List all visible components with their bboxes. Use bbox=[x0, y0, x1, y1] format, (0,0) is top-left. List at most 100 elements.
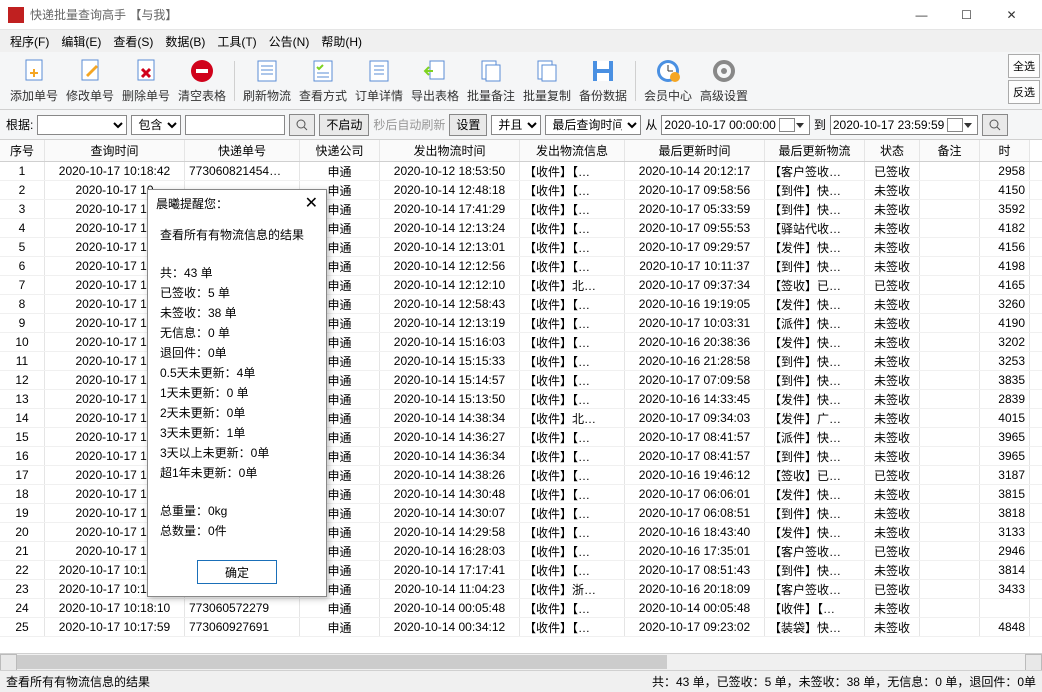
cell-idx: 9 bbox=[0, 314, 45, 332]
cell-sendtime: 2020-10-14 12:58:43 bbox=[380, 295, 520, 313]
menu-notice[interactable]: 公告(N) bbox=[263, 33, 316, 50]
cell-sendinfo: 【收件】【… bbox=[520, 485, 625, 503]
cell-sendtime: 2020-10-14 17:17:41 bbox=[380, 561, 520, 579]
cell-remark bbox=[920, 447, 980, 465]
member-center-button[interactable]: 会员中心 bbox=[640, 55, 696, 107]
cell-idx: 2 bbox=[0, 181, 45, 199]
menu-data[interactable]: 数据(B) bbox=[159, 33, 211, 50]
cell-status: 未签收 bbox=[865, 181, 920, 199]
date-from-input[interactable]: 2020-10-17 00:00:00 bbox=[661, 115, 809, 135]
search2-button[interactable] bbox=[982, 114, 1008, 136]
query-mode-button[interactable]: 查看方式 bbox=[295, 55, 351, 107]
batch-remark-button[interactable]: 批量备注 bbox=[463, 55, 519, 107]
table-row[interactable]: 252020-10-17 10:17:59773060927691申通2020-… bbox=[0, 618, 1042, 637]
col-sendinfo[interactable]: 发出物流信息 bbox=[520, 140, 625, 161]
batch-copy-icon bbox=[533, 57, 561, 85]
maximize-button[interactable]: ☐ bbox=[944, 1, 989, 29]
cell-remark bbox=[920, 162, 980, 180]
menu-tool[interactable]: 工具(T) bbox=[211, 33, 262, 50]
contain-select[interactable]: 包含 bbox=[131, 115, 181, 135]
scroll-left-icon[interactable] bbox=[0, 654, 17, 670]
col-remark[interactable]: 备注 bbox=[920, 140, 980, 161]
cell-company: 申通 bbox=[300, 162, 380, 180]
select-all-button[interactable]: 全选 bbox=[1008, 54, 1040, 78]
col-status[interactable]: 状态 bbox=[865, 140, 920, 161]
lastquerytime-select[interactable]: 最后查询时间 bbox=[545, 115, 641, 135]
clear-table-button[interactable]: 清空表格 bbox=[174, 55, 230, 107]
col-company[interactable]: 快递公司 bbox=[300, 140, 380, 161]
cell-remark bbox=[920, 618, 980, 636]
cell-sendinfo: 【收件】【… bbox=[520, 599, 625, 617]
settings-button[interactable]: 设置 bbox=[449, 114, 487, 136]
cell-idx: 24 bbox=[0, 599, 45, 617]
cell-status: 未签收 bbox=[865, 409, 920, 427]
batch-copy-button[interactable]: 批量复制 bbox=[519, 55, 575, 107]
cell-status: 未签收 bbox=[865, 352, 920, 370]
dialog-close-button[interactable]: ✕ bbox=[305, 193, 318, 213]
invert-selection-button[interactable]: 反选 bbox=[1008, 80, 1040, 104]
menu-help[interactable]: 帮助(H) bbox=[315, 33, 368, 50]
advanced-settings-button[interactable]: 高级设置 bbox=[696, 55, 752, 107]
cell-remark bbox=[920, 599, 980, 617]
col-updtime[interactable]: 最后更新时间 bbox=[625, 140, 765, 161]
menu-program[interactable]: 程序(F) bbox=[4, 33, 55, 50]
table-row[interactable]: 242020-10-17 10:18:10773060572279申通2020-… bbox=[0, 599, 1042, 618]
dialog-weight: 总重量：0kg bbox=[160, 502, 314, 520]
search-button[interactable] bbox=[289, 114, 315, 136]
cell-status: 未签收 bbox=[865, 333, 920, 351]
export-icon bbox=[421, 57, 449, 85]
dialog-ok-button[interactable]: 确定 bbox=[197, 560, 277, 584]
col-idx[interactable]: 序号 bbox=[0, 140, 45, 161]
cell-updtime: 2020-10-16 21:28:58 bbox=[625, 352, 765, 370]
cell-expno: 773060927691 bbox=[185, 618, 300, 636]
cell-idx: 1 bbox=[0, 162, 45, 180]
menu-view[interactable]: 查看(S) bbox=[107, 33, 159, 50]
toolbar-separator bbox=[635, 61, 636, 101]
nostart-button[interactable]: 不启动 bbox=[319, 114, 369, 136]
cell-updtime: 2020-10-16 20:18:09 bbox=[625, 580, 765, 598]
date-to-input[interactable]: 2020-10-17 23:59:59 bbox=[830, 115, 978, 135]
modify-order-button[interactable]: 修改单号 bbox=[62, 55, 118, 107]
cell-updinfo: 【客户签收… bbox=[765, 580, 865, 598]
cell-updinfo: 【到件】快… bbox=[765, 200, 865, 218]
add-order-button[interactable]: 添加单号 bbox=[6, 55, 62, 107]
backup-button[interactable]: 备份数据 bbox=[575, 55, 631, 107]
cell-idx: 19 bbox=[0, 504, 45, 522]
search-input[interactable] bbox=[185, 115, 285, 135]
cell-updtime: 2020-10-17 08:41:57 bbox=[625, 428, 765, 446]
delete-order-button[interactable]: 删除单号 bbox=[118, 55, 174, 107]
col-sendtime[interactable]: 发出物流时间 bbox=[380, 140, 520, 161]
order-detail-button[interactable]: 订单详情 bbox=[351, 55, 407, 107]
menu-edit[interactable]: 编辑(E) bbox=[55, 33, 107, 50]
cell-remark bbox=[920, 219, 980, 237]
export-table-button[interactable]: 导出表格 bbox=[407, 55, 463, 107]
cell-days: 4150 bbox=[980, 181, 1030, 199]
cell-updtime: 2020-10-17 10:11:37 bbox=[625, 257, 765, 275]
col-expno[interactable]: 快递单号 bbox=[185, 140, 300, 161]
col-days[interactable]: 时 bbox=[980, 140, 1030, 161]
cell-status: 未签收 bbox=[865, 314, 920, 332]
scroll-thumb[interactable] bbox=[17, 655, 667, 669]
refresh-button[interactable]: 刷新物流 bbox=[239, 55, 295, 107]
field-select[interactable] bbox=[37, 115, 127, 135]
cell-status: 未签收 bbox=[865, 295, 920, 313]
cell-days: 3965 bbox=[980, 428, 1030, 446]
minimize-button[interactable]: — bbox=[899, 1, 944, 29]
col-qtime[interactable]: 查询时间 bbox=[45, 140, 185, 161]
cell-remark bbox=[920, 485, 980, 503]
col-updinfo[interactable]: 最后更新物流 bbox=[765, 140, 865, 161]
cell-days: 3187 bbox=[980, 466, 1030, 484]
close-button[interactable]: ✕ bbox=[989, 1, 1034, 29]
cell-company: 申通 bbox=[300, 599, 380, 617]
toolbar-separator bbox=[234, 61, 235, 101]
cell-updtime: 2020-10-17 07:09:58 bbox=[625, 371, 765, 389]
and-select[interactable]: 并且 bbox=[491, 115, 541, 135]
table-row[interactable]: 12020-10-17 10:18:42773060821454…申通2020-… bbox=[0, 162, 1042, 181]
cell-days: 2958 bbox=[980, 162, 1030, 180]
horizontal-scrollbar[interactable] bbox=[0, 653, 1042, 670]
cell-status: 未签收 bbox=[865, 485, 920, 503]
titlebar: 快递批量查询高手 【与我】 — ☐ ✕ bbox=[0, 0, 1042, 30]
dialog-noinfo: 无信息：0 单 bbox=[160, 324, 314, 342]
scroll-right-icon[interactable] bbox=[1025, 654, 1042, 670]
cell-sendinfo: 【收件】【… bbox=[520, 314, 625, 332]
